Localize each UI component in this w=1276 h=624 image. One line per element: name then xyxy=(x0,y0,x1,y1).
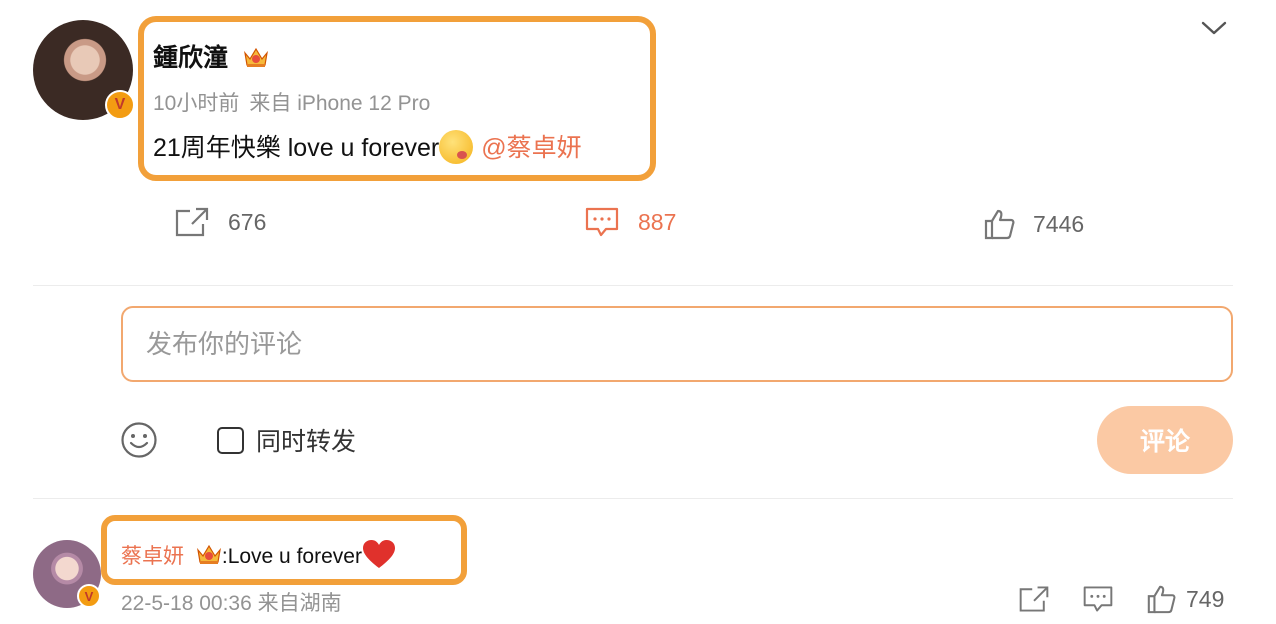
repost-checkbox-label[interactable]: 同时转发 xyxy=(217,422,356,458)
comment-icon xyxy=(1083,586,1113,612)
comment-input[interactable] xyxy=(121,306,1233,382)
post-source: 来自 iPhone 12 Pro xyxy=(249,92,431,115)
repost-icon xyxy=(1019,586,1049,612)
post-content: 21周年快樂 love u forever @蔡卓妍 xyxy=(153,128,582,164)
repost-checkbox[interactable] xyxy=(217,426,244,454)
reply-like-count: 749 xyxy=(1186,585,1225,612)
reply-author-avatar[interactable]: V xyxy=(33,540,101,608)
like-icon xyxy=(984,209,1015,240)
reply-author-name[interactable]: 蔡卓妍 xyxy=(121,545,184,568)
kiss-emoji-icon xyxy=(439,130,474,164)
smile-icon[interactable] xyxy=(120,421,158,459)
post-text: 21周年快樂 love u forever xyxy=(153,134,440,162)
verified-badge-icon: V xyxy=(105,90,135,120)
author-name-text[interactable]: 鍾欣潼 xyxy=(153,44,228,72)
heart-icon xyxy=(362,540,395,568)
post-meta: 10小时前 来自 iPhone 12 Pro xyxy=(153,87,430,117)
comment-count: 887 xyxy=(638,208,677,235)
mention-link[interactable]: @蔡卓妍 xyxy=(481,134,581,162)
like-count: 7446 xyxy=(1033,210,1085,237)
author-name[interactable]: 鍾欣潼 xyxy=(153,38,269,74)
author-avatar[interactable]: V xyxy=(33,20,135,120)
comment-icon xyxy=(585,207,619,237)
submit-comment-button[interactable]: 评论 xyxy=(1097,406,1233,474)
repost-button[interactable]: 676 xyxy=(174,206,266,238)
reply-repost-button[interactable] xyxy=(1018,584,1050,614)
crown-icon xyxy=(244,47,268,67)
reply-actions: 749 xyxy=(1018,584,1224,614)
verified-badge-icon: V xyxy=(77,584,101,608)
post-time[interactable]: 10小时前 xyxy=(153,92,239,115)
reply-comment-button[interactable] xyxy=(1082,584,1114,614)
repost-count: 676 xyxy=(228,208,267,235)
reply-like-button[interactable] xyxy=(1146,584,1176,614)
like-button[interactable]: 7446 xyxy=(983,208,1084,240)
reply-time: 22-5-18 00:36 xyxy=(121,592,252,615)
reply-text: Love u forever xyxy=(227,545,362,568)
weibo-post: V 鍾欣潼 10小时前 来自 iPhone 12 Pro 21周年快樂 love … xyxy=(0,0,1276,624)
reply-meta: 22-5-18 00:36 来自湖南 xyxy=(121,587,342,617)
like-icon xyxy=(1147,585,1176,614)
repost-icon xyxy=(175,207,209,237)
divider xyxy=(33,498,1233,499)
repost-checkbox-text: 同时转发 xyxy=(256,428,357,456)
crown-icon xyxy=(196,544,221,564)
reply-content: 蔡卓妍 :Love u forever xyxy=(121,539,396,570)
divider xyxy=(33,285,1233,286)
chevron-down-icon[interactable] xyxy=(1200,18,1228,38)
comment-button[interactable]: 887 xyxy=(584,206,676,238)
reply-location: 来自湖南 xyxy=(257,592,342,615)
